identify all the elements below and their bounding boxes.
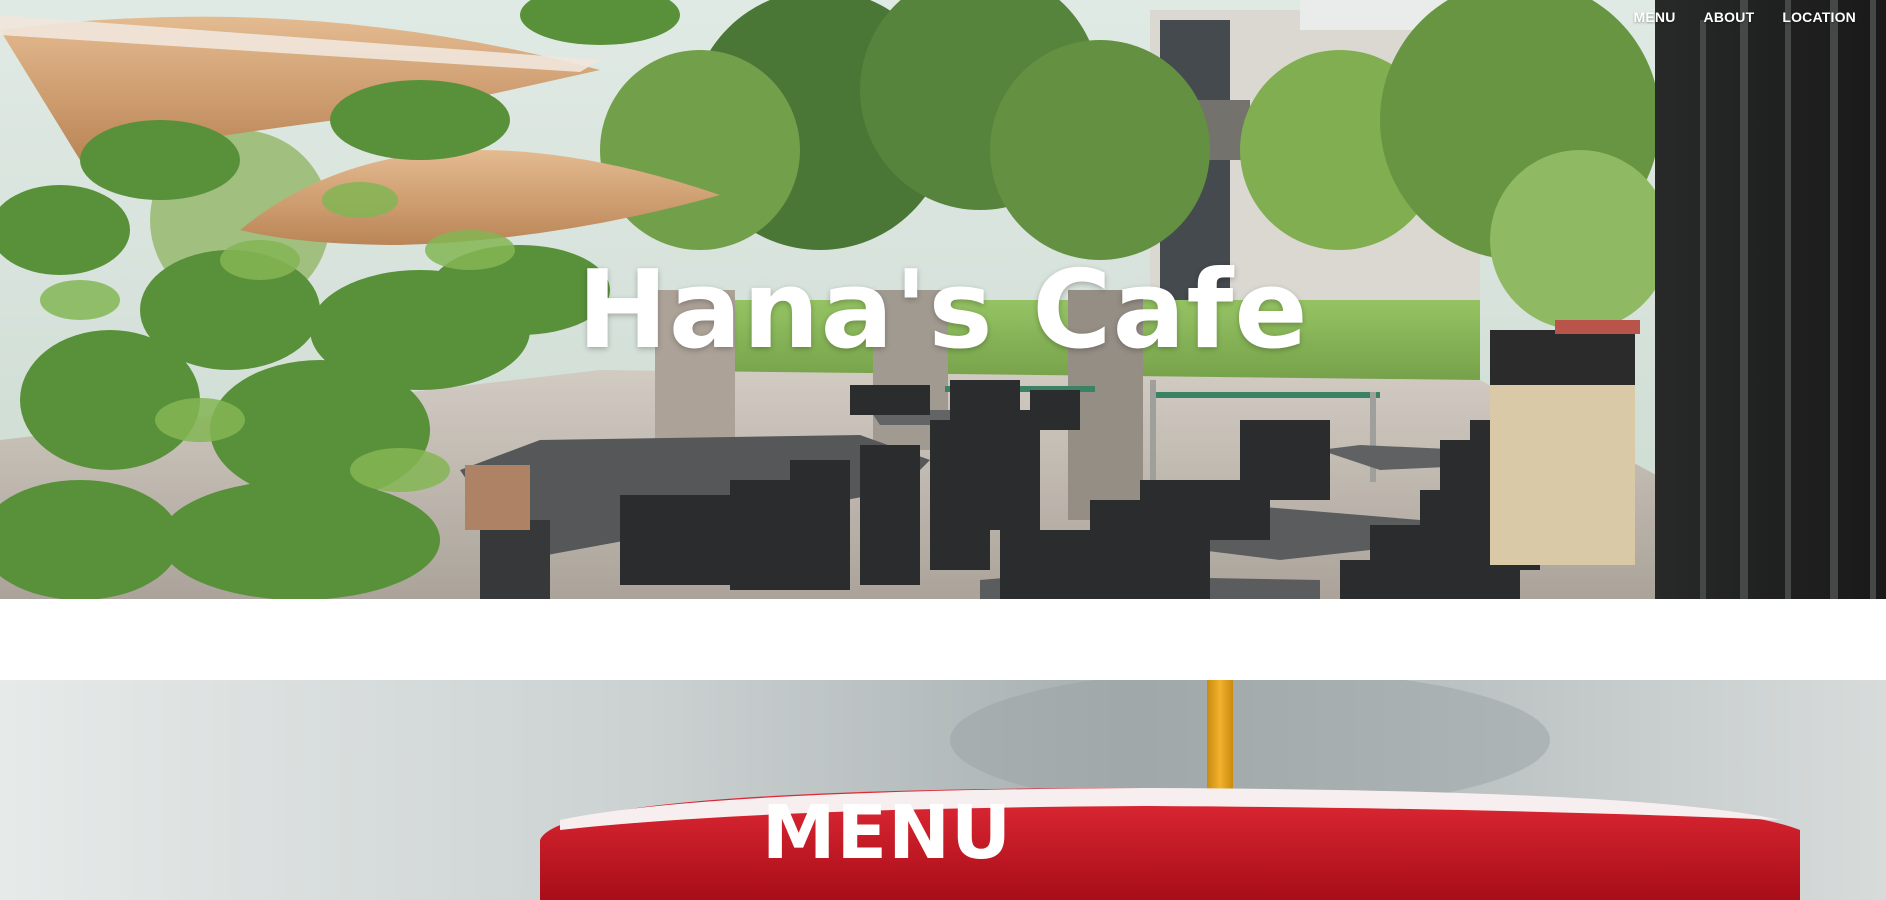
nav-link-location[interactable]: LOCATION (1768, 9, 1870, 25)
hero-title: Hana's Cafe (577, 248, 1309, 373)
section-spacer (0, 599, 1886, 680)
top-nav: MENU ABOUT LOCATION (1620, 0, 1886, 34)
menu-section: MENU (0, 680, 1886, 900)
nav-link-menu[interactable]: MENU (1620, 9, 1690, 25)
nav-link-about[interactable]: ABOUT (1690, 9, 1769, 25)
menu-section-title: MENU (761, 790, 1013, 876)
hero-section: Hana's Cafe (0, 0, 1886, 599)
